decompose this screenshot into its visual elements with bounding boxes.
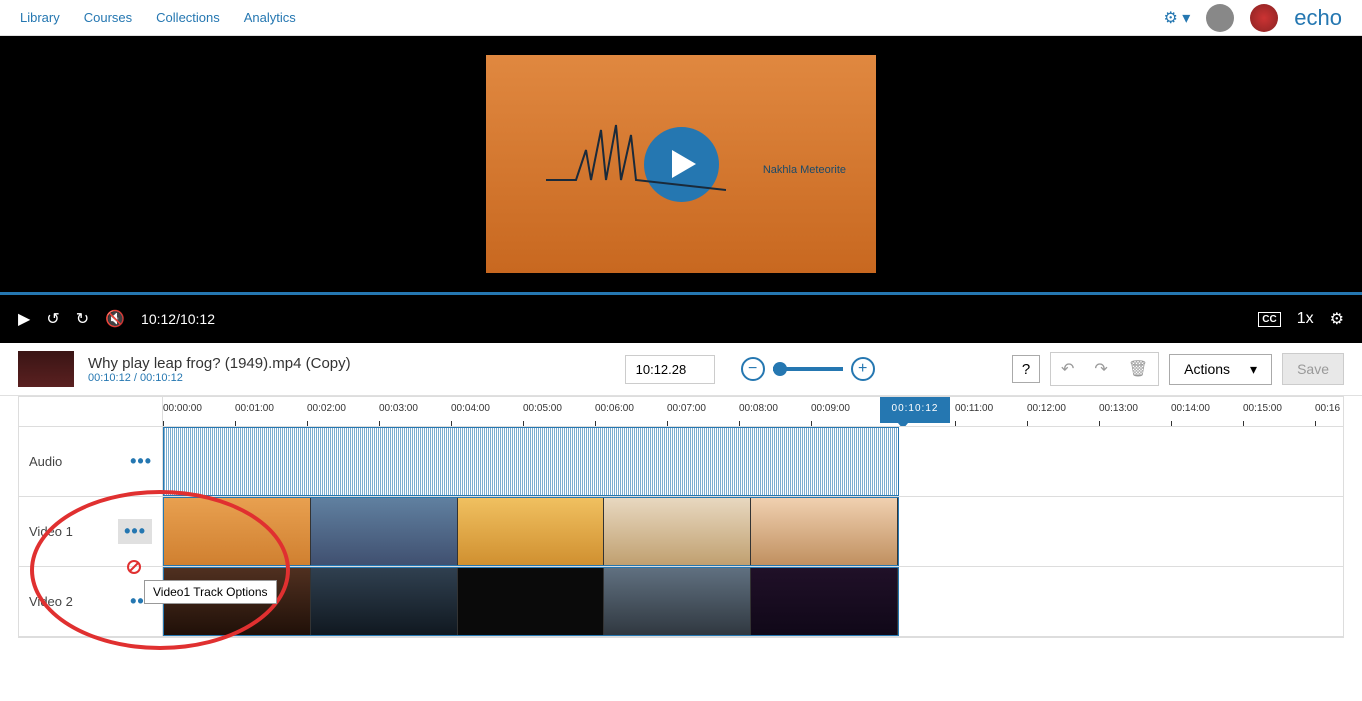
- time-ruler[interactable]: 00:00:00 00:01:00 00:02:00 00:03:00 00:0…: [163, 397, 1343, 426]
- video2-track-label: Video 2 •••: [19, 567, 163, 636]
- editor-header: Why play leap frog? (1949).mp4 (Copy) 00…: [0, 343, 1362, 396]
- delete-button[interactable]: 🗑: [1118, 353, 1158, 385]
- speed-button[interactable]: 1x: [1297, 310, 1314, 328]
- actions-dropdown[interactable]: Actions▾: [1169, 354, 1272, 385]
- nav-collections[interactable]: Collections: [156, 10, 220, 25]
- org-badge: [1250, 4, 1278, 32]
- zoom-in-button[interactable]: +: [851, 357, 875, 381]
- audio-track-label: Audio •••: [19, 427, 163, 496]
- logo: echo: [1294, 5, 1342, 31]
- settings-icon[interactable]: ⚙ ▾: [1163, 8, 1190, 28]
- play-icon[interactable]: ▶: [18, 309, 30, 329]
- nav-courses[interactable]: Courses: [84, 10, 132, 25]
- volume-icon[interactable]: 🔇: [105, 309, 125, 329]
- preview-label: Nakhla Meteorite: [763, 164, 846, 176]
- top-nav: Library Courses Collections Analytics ⚙ …: [0, 0, 1362, 36]
- video1-track-options[interactable]: •••: [118, 519, 152, 544]
- zoom-slider[interactable]: [773, 367, 843, 371]
- audio-waveform[interactable]: [163, 427, 899, 496]
- save-button[interactable]: Save: [1282, 353, 1344, 385]
- nav-library[interactable]: Library: [20, 10, 60, 25]
- undo-button[interactable]: ↶: [1051, 353, 1084, 385]
- video-preview: Nakhla Meteorite: [486, 55, 876, 273]
- player-settings-icon[interactable]: ⚙: [1330, 309, 1344, 329]
- playhead-marker[interactable]: 00:10:12: [880, 397, 950, 423]
- timecode-input[interactable]: [625, 355, 715, 384]
- forward-icon[interactable]: ↻: [76, 309, 89, 329]
- tooltip: Video1 Track Options: [144, 580, 277, 604]
- cc-button[interactable]: CC: [1258, 312, 1280, 327]
- nav-analytics[interactable]: Analytics: [244, 10, 296, 25]
- zoom-out-button[interactable]: −: [741, 357, 765, 381]
- redo-button[interactable]: ↷: [1084, 353, 1117, 385]
- clip-title: Why play leap frog? (1949).mp4 (Copy): [88, 355, 351, 372]
- video1-track-label: Video 1 •••: [19, 497, 163, 566]
- disabled-icon: [126, 559, 142, 575]
- video-player: Nakhla Meteorite ▶ ↺ ↻ 🔇 10:12/10:12 CC …: [0, 36, 1362, 343]
- audio-track-options[interactable]: •••: [130, 451, 152, 472]
- ruler-spacer: [19, 397, 163, 426]
- clip-duration: 00:10:12 / 00:10:12: [88, 372, 351, 384]
- help-button[interactable]: ?: [1012, 355, 1040, 383]
- avatar[interactable]: [1206, 4, 1234, 32]
- clip-thumbnail: [18, 351, 74, 387]
- video1-clips[interactable]: [163, 497, 899, 566]
- time-display: 10:12/10:12: [141, 311, 215, 327]
- rewind-icon[interactable]: ↺: [46, 309, 59, 329]
